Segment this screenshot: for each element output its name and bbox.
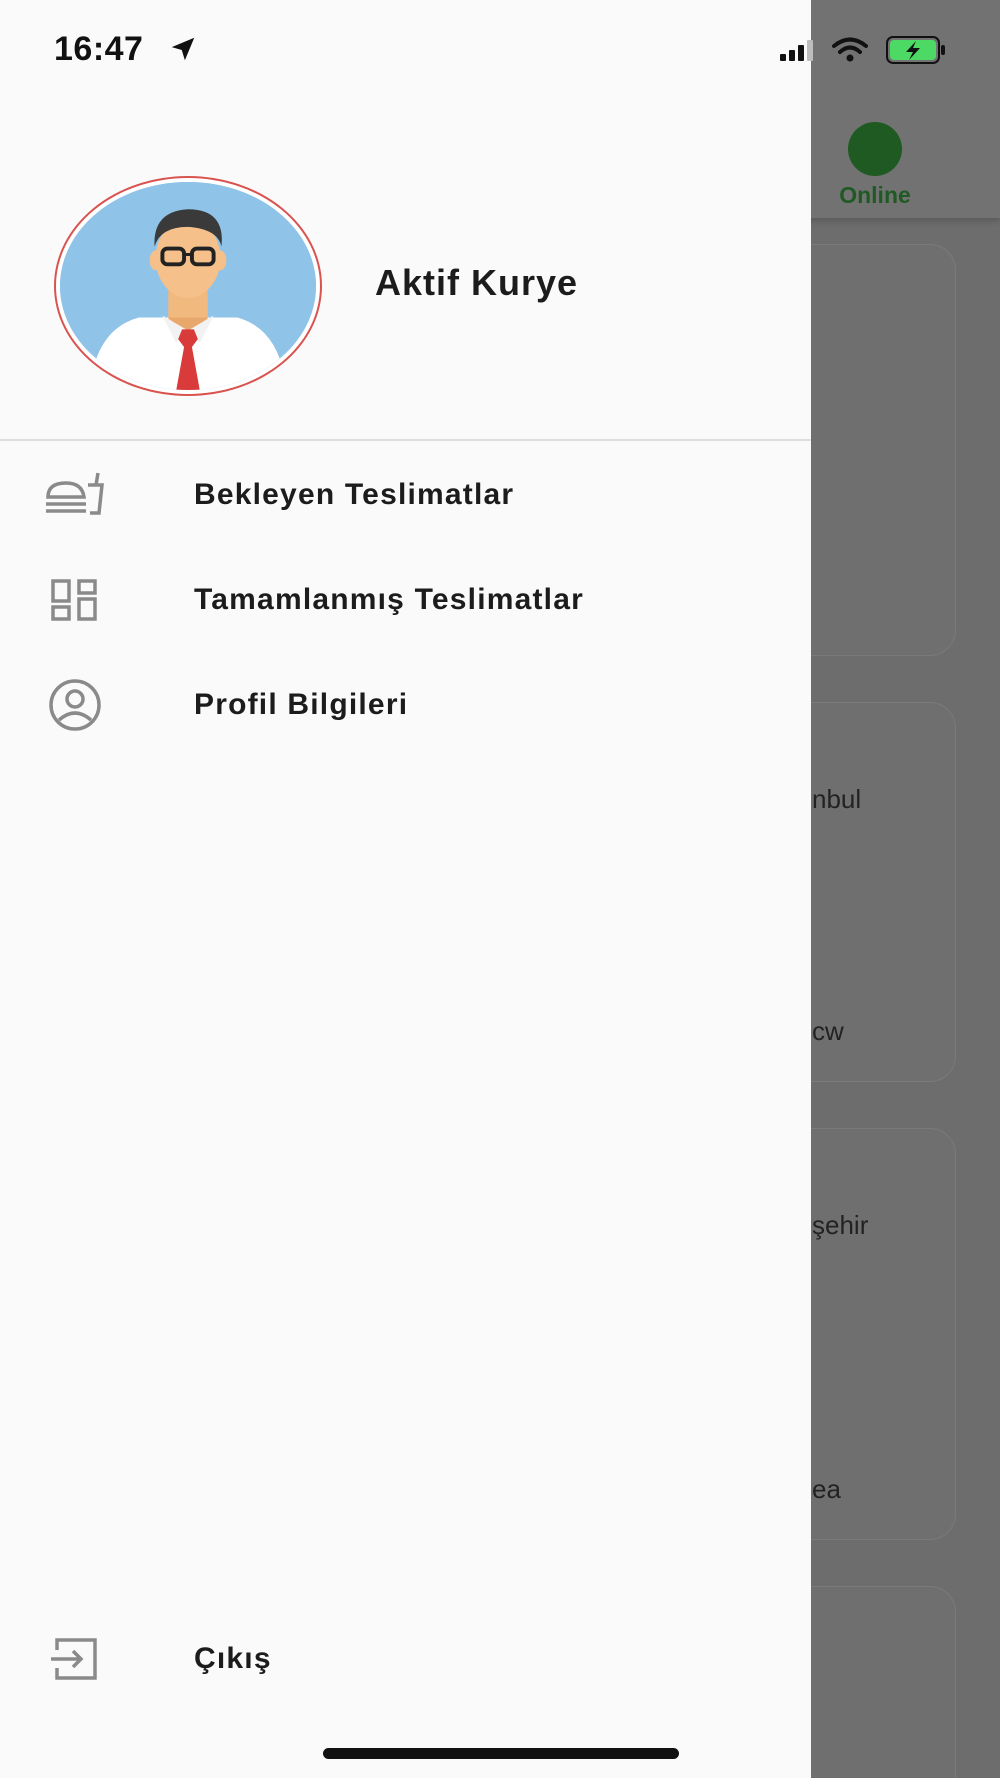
divider [0, 439, 811, 441]
logout-label: Çıkış [194, 1642, 272, 1675]
wifi-icon [832, 37, 868, 68]
online-status-label: Online [839, 182, 911, 208]
user-name: Aktif Kurye [375, 262, 579, 303]
navigation-drawer: 16:47 Aktif Kurye Bekleyen Teslimatlar T… [0, 0, 945, 1778]
home-indicator[interactable] [323, 1748, 679, 1759]
online-status-dot [848, 122, 902, 176]
menu-item-profile-info[interactable]: Profil Bilgileri [0, 662, 811, 748]
dashboard-icon [44, 573, 106, 627]
drawer-header: Aktif Kurye [0, 150, 811, 440]
delivery-card-text: cw [812, 1016, 844, 1046]
menu-item-label: Bekleyen Teslimatlar [194, 478, 515, 511]
online-status-indicator: Online [820, 122, 930, 209]
delivery-card-text: şehir [812, 1210, 869, 1240]
exit-icon [44, 1632, 106, 1686]
cellular-signal-icon [780, 39, 814, 66]
location-arrow-icon [168, 34, 198, 69]
battery-charging-icon [886, 36, 948, 69]
delivery-card-text: nbul [812, 784, 862, 814]
courier-avatar-illustration [60, 182, 316, 390]
menu-item-label: Profil Bilgileri [194, 688, 409, 721]
status-icons [780, 36, 948, 69]
menu-item-label: Tamamlanmış Teslimatlar [194, 583, 584, 616]
avatar[interactable] [54, 176, 322, 396]
menu-item-completed-deliveries[interactable]: Tamamlanmış Teslimatlar [0, 557, 811, 643]
fastfood-icon [44, 468, 106, 522]
account-circle-icon [44, 678, 106, 732]
logout-button[interactable]: Çıkış [0, 1616, 811, 1702]
delivery-card-text: ea [812, 1474, 841, 1504]
menu-item-pending-deliveries[interactable]: Bekleyen Teslimatlar [0, 452, 811, 538]
status-time: 16:47 [54, 30, 144, 68]
